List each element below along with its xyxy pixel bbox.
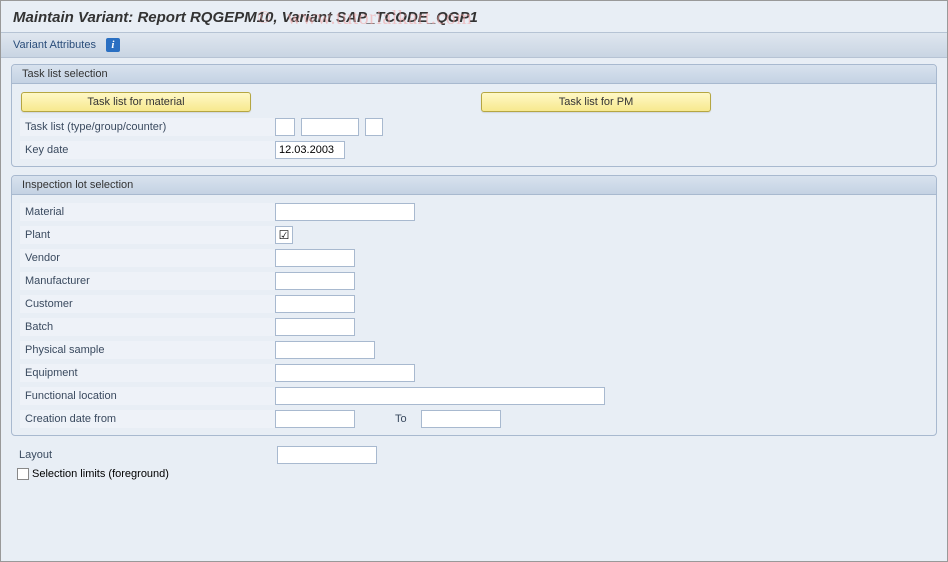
task-list-group-input[interactable]	[301, 118, 359, 136]
plant-checkbox[interactable]: ☑	[275, 226, 293, 244]
key-date-label: Key date	[20, 141, 275, 159]
variant-attributes-link[interactable]: Variant Attributes	[13, 39, 96, 51]
task-list-pm-button[interactable]: Task list for PM	[481, 92, 711, 112]
material-label: Material	[20, 203, 275, 221]
creation-to-input[interactable]	[421, 410, 501, 428]
vendor-label: Vendor	[20, 249, 275, 267]
customer-label: Customer	[20, 295, 275, 313]
creation-from-input[interactable]	[275, 410, 355, 428]
creation-date-label: Creation date from	[20, 410, 275, 428]
page-title: Maintain Variant: Report RQGEPM10, Varia…	[1, 1, 947, 32]
equipment-label: Equipment	[20, 364, 275, 382]
layout-label: Layout	[19, 449, 277, 461]
task-list-material-button[interactable]: Task list for material	[21, 92, 251, 112]
selection-limits-row: Selection limits (foreground)	[11, 466, 937, 482]
to-label: To	[395, 413, 407, 425]
equipment-input[interactable]	[275, 364, 415, 382]
task-list-counter-checkbox[interactable]	[365, 118, 383, 136]
customer-input[interactable]	[275, 295, 355, 313]
funcloc-label: Functional location	[20, 387, 275, 405]
funcloc-input[interactable]	[275, 387, 605, 405]
toolbar: Variant Attributes i	[1, 32, 947, 58]
group-task-list: Task list selection Task list for materi…	[11, 64, 937, 167]
selection-limits-checkbox[interactable]	[17, 468, 29, 480]
task-list-type-label: Task list (type/group/counter)	[20, 118, 275, 136]
manufacturer-label: Manufacturer	[20, 272, 275, 290]
sample-input[interactable]	[275, 341, 375, 359]
manufacturer-input[interactable]	[275, 272, 355, 290]
batch-input[interactable]	[275, 318, 355, 336]
info-icon[interactable]: i	[106, 38, 120, 52]
sample-label: Physical sample	[20, 341, 275, 359]
key-date-input[interactable]	[275, 141, 345, 159]
plant-label: Plant	[20, 226, 275, 244]
layout-row: Layout	[11, 444, 937, 466]
task-list-type-input[interactable]	[275, 118, 295, 136]
vendor-input[interactable]	[275, 249, 355, 267]
selection-limits-label: Selection limits (foreground)	[32, 468, 169, 480]
content-area: Task list selection Task list for materi…	[1, 58, 947, 492]
batch-label: Batch	[20, 318, 275, 336]
material-input[interactable]	[275, 203, 415, 221]
group-inspection-header: Inspection lot selection	[12, 176, 936, 195]
group-inspection: Inspection lot selection Material Plant …	[11, 175, 937, 436]
group-task-list-header: Task list selection	[12, 65, 936, 84]
layout-input[interactable]	[277, 446, 377, 464]
